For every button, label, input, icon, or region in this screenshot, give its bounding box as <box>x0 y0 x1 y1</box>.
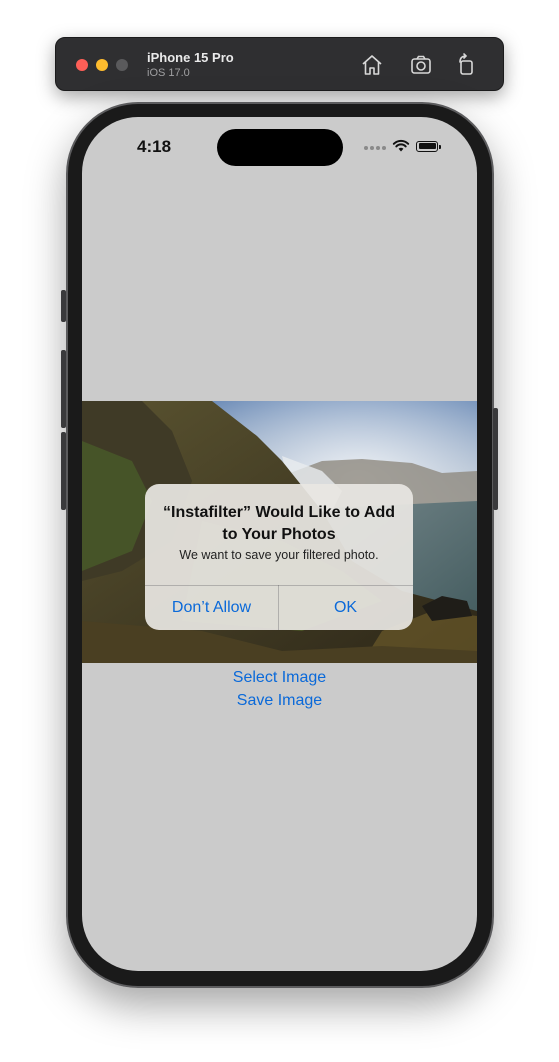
status-icons <box>364 139 441 153</box>
alert-message: We want to save your filtered photo. <box>179 548 379 562</box>
simulator-stage: iPhone 15 Pro iOS 17.0 4:18 Select Image… <box>0 0 559 1062</box>
volume-down-button[interactable] <box>61 432 66 510</box>
volume-up-button[interactable] <box>61 350 66 428</box>
screenshot-icon[interactable] <box>408 52 434 78</box>
device-name: iPhone 15 Pro <box>147 50 234 65</box>
save-image-button[interactable]: Save Image <box>82 692 477 710</box>
photo-permission-alert: “Instafilter” Would Like to Add to Your … <box>145 484 413 630</box>
select-image-button[interactable]: Select Image <box>82 669 477 687</box>
signal-dots-icon <box>364 146 386 150</box>
dynamic-island <box>217 129 343 166</box>
power-button[interactable] <box>493 408 498 510</box>
wifi-icon <box>392 139 410 152</box>
action-button[interactable] <box>61 290 66 322</box>
battery-icon <box>416 140 441 152</box>
close-window-button[interactable] <box>76 59 88 71</box>
device-screen: 4:18 Select Image Save Image “Instafilte… <box>82 117 477 971</box>
status-time: 4:18 <box>137 137 172 156</box>
home-icon[interactable] <box>359 52 385 78</box>
os-version: iOS 17.0 <box>147 67 190 79</box>
alert-title: “Instafilter” Would Like to Add to Your … <box>163 504 395 543</box>
dont-allow-button[interactable]: Don’t Allow <box>145 586 278 630</box>
simulator-titlebar: iPhone 15 Pro iOS 17.0 <box>55 37 504 91</box>
ok-button[interactable]: OK <box>279 586 412 630</box>
zoom-window-button[interactable] <box>116 59 128 71</box>
rotate-icon[interactable] <box>453 52 479 78</box>
minimize-window-button[interactable] <box>96 59 108 71</box>
